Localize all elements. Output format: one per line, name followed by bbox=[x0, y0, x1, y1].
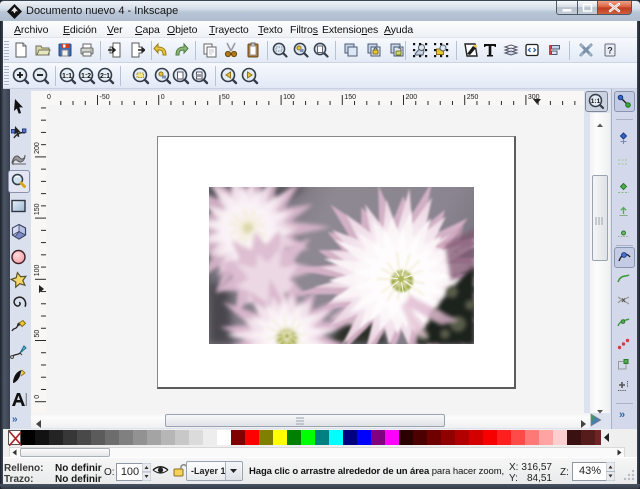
svg-text:1:2: 1:2 bbox=[81, 73, 91, 80]
svg-text:-50: -50 bbox=[100, 94, 110, 101]
svg-text:100: 100 bbox=[283, 94, 295, 101]
svg-text:100: 100 bbox=[34, 265, 41, 277]
svg-text:0: 0 bbox=[161, 94, 165, 101]
svg-text:200: 200 bbox=[406, 94, 418, 101]
svg-text:1:1: 1:1 bbox=[62, 73, 72, 80]
svg-text:200: 200 bbox=[34, 142, 41, 154]
svg-text:1:1: 1:1 bbox=[591, 98, 601, 105]
svg-text:250: 250 bbox=[467, 94, 479, 101]
svg-text:50: 50 bbox=[34, 330, 41, 338]
svg-text:0: 0 bbox=[47, 94, 51, 101]
svg-text:0: 0 bbox=[34, 395, 41, 399]
svg-text:?: ? bbox=[607, 46, 613, 56]
svg-text:150: 150 bbox=[344, 94, 356, 101]
svg-text:150: 150 bbox=[34, 203, 41, 215]
svg-text:2:1: 2:1 bbox=[100, 73, 110, 80]
svg-text:50: 50 bbox=[222, 94, 230, 101]
